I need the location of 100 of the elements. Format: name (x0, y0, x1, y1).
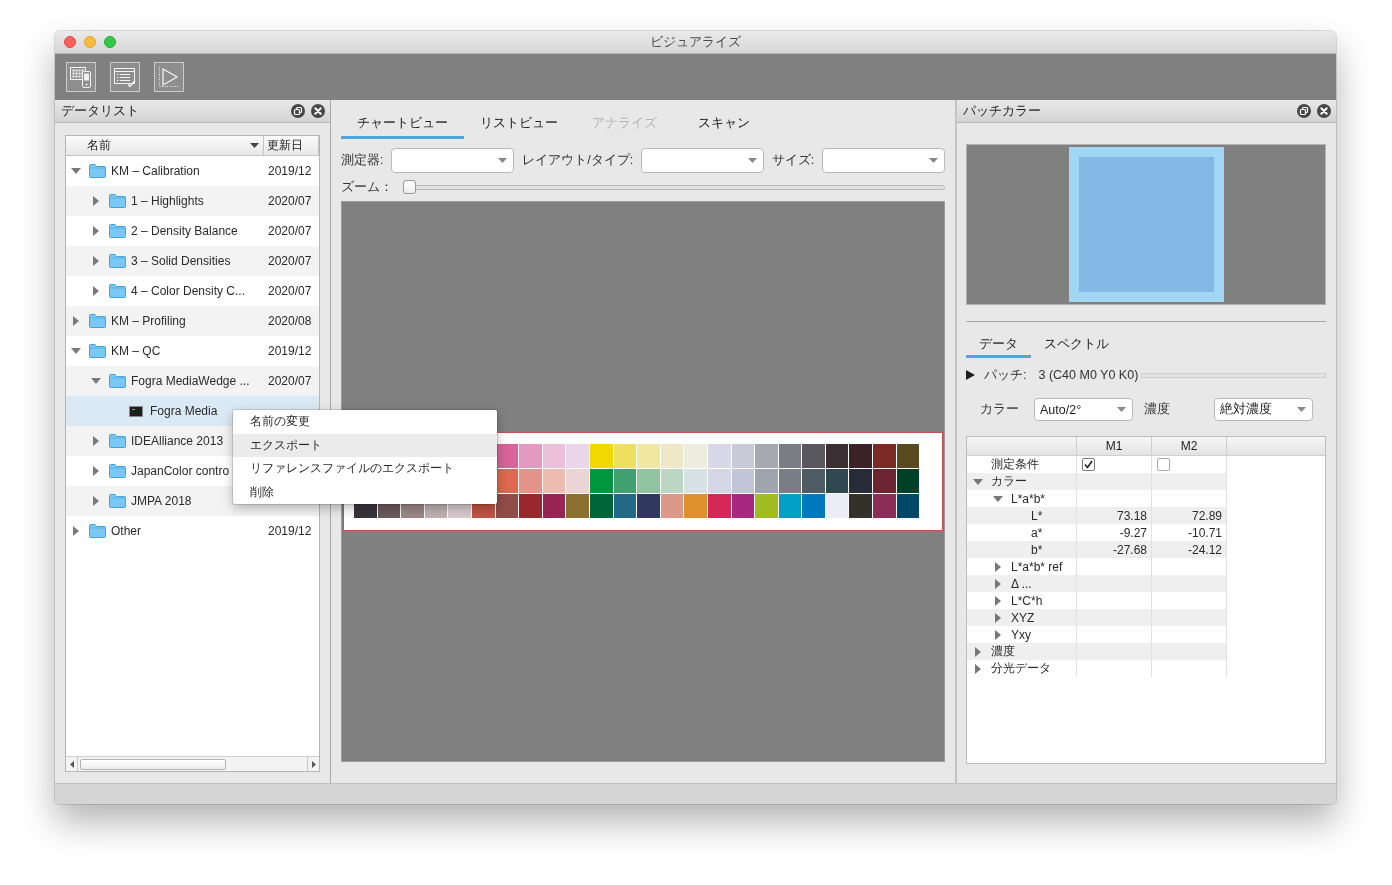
folder-icon (89, 164, 106, 178)
row-label: L* (1031, 508, 1043, 523)
date-text: 2019/12 (267, 524, 313, 538)
caret-down-icon (1117, 407, 1126, 412)
tab[interactable]: データ (966, 334, 1031, 358)
disclosure-triangle-icon[interactable] (995, 595, 1001, 606)
dropdown-field[interactable]: 絶対濃度 (1214, 398, 1313, 421)
zoom-slider[interactable] (403, 180, 945, 194)
disclosure-triangle-icon[interactable] (975, 646, 981, 657)
field-label: ズーム： (341, 178, 393, 196)
tree-row[interactable]: 1 – Highlights 2020/07 (66, 186, 319, 216)
tab[interactable]: チャートビュー (341, 110, 464, 139)
disclosure-triangle-icon[interactable] (993, 495, 1003, 502)
file-icon (129, 405, 143, 417)
panel-title: パッチカラー (963, 102, 1041, 120)
tab[interactable]: リストビュー (464, 110, 574, 139)
window-close-button[interactable] (64, 36, 76, 48)
disclosure-triangle-icon[interactable] (73, 316, 79, 326)
dropdown-field[interactable] (641, 148, 764, 173)
patch-label: パッチ: (984, 366, 1027, 384)
date-text: 2020/07 (267, 374, 313, 388)
menu-item[interactable]: エクスポート (233, 433, 497, 457)
toolbar-button[interactable] (66, 62, 96, 92)
field-label: 濃度 (1144, 401, 1171, 418)
tab[interactable]: スペクトル (1031, 334, 1122, 358)
column-header[interactable]: M2 (1152, 437, 1227, 455)
disclosure-triangle-icon[interactable] (995, 612, 1001, 623)
slider-thumb[interactable] (403, 180, 416, 194)
restore-icon[interactable] (291, 104, 305, 118)
column-header[interactable]: 名前 (66, 136, 264, 155)
folder-icon (89, 524, 106, 538)
column-header[interactable]: 更新日 (264, 136, 319, 155)
dropdown-field[interactable] (822, 148, 945, 173)
disclosure-triangle-icon[interactable] (93, 436, 99, 446)
disclosure-triangle-icon[interactable] (93, 286, 99, 296)
tree-row[interactable]: KM – Profiling 2020/08 (66, 306, 319, 336)
caret-down-icon (1297, 407, 1306, 412)
grid-device-icon (70, 66, 92, 88)
folder-icon (109, 284, 126, 298)
disclosure-triangle-icon[interactable] (93, 226, 99, 236)
table-row[interactable]: Δ ... (967, 575, 1227, 592)
item-name: Fogra MediaWedge ... (131, 374, 250, 388)
dropdown-field[interactable] (391, 148, 515, 173)
folder-icon (109, 494, 126, 508)
folder-icon (109, 434, 126, 448)
disclosure-triangle-icon[interactable] (93, 466, 99, 476)
toolbar-button[interactable] (154, 62, 184, 92)
window-zoom-button[interactable] (104, 36, 116, 48)
column-header[interactable]: M1 (1077, 437, 1152, 455)
row-label: XYZ (1011, 610, 1035, 625)
table-row[interactable]: XYZ (967, 609, 1227, 626)
disclosure-triangle-icon[interactable] (93, 256, 99, 266)
row-label: 濃度 (991, 643, 1015, 660)
date-text: 2019/12 (267, 344, 313, 358)
item-name: Other (111, 524, 141, 538)
arrow-left-icon (69, 760, 74, 768)
disclosure-triangle-icon[interactable] (73, 526, 79, 536)
folder-icon (109, 254, 126, 268)
caret-down-icon (747, 158, 757, 163)
disclosure-triangle-icon[interactable] (93, 196, 99, 206)
disclosure-triangle-icon[interactable] (995, 578, 1001, 589)
table-row[interactable]: 濃度 (967, 643, 1227, 660)
disclosure-triangle-icon[interactable] (93, 496, 99, 506)
table-row[interactable]: L* 73.18 72.89 (967, 507, 1227, 524)
row-label: Δ ... (1011, 576, 1032, 591)
field-label: カラー (980, 401, 1020, 418)
item-name: 3 – Solid Densities (131, 254, 231, 268)
restore-icon[interactable] (1297, 104, 1311, 118)
triangle-chart-icon (158, 66, 180, 88)
disclosure-triangle-icon[interactable] (975, 663, 981, 674)
scroll-right-button[interactable] (307, 757, 319, 771)
checkbox[interactable] (1157, 458, 1170, 471)
dropdown-field[interactable]: Auto/2° (1034, 398, 1133, 421)
close-icon[interactable] (311, 104, 325, 118)
disclosure-triangle-icon[interactable] (995, 561, 1001, 572)
toolbar-button[interactable] (110, 62, 140, 92)
row-label: 測定条件 (991, 456, 1039, 473)
date-text: 2020/07 (267, 254, 313, 268)
close-icon[interactable] (1317, 104, 1331, 118)
disclosure-triangle-icon[interactable] (71, 168, 81, 174)
date-text: 2019/12 (267, 164, 313, 178)
table-row[interactable]: b* -27.68 -24.12 (967, 541, 1227, 558)
tree-row[interactable]: Fogra MediaWedge ... 2020/07 (66, 366, 319, 396)
scroll-thumb[interactable] (80, 758, 226, 770)
disclosure-triangle-icon[interactable] (973, 478, 983, 485)
disclosure-triangle-icon[interactable] (995, 629, 1001, 640)
disclosure-triangle-icon[interactable] (71, 348, 81, 354)
checkbox[interactable] (1082, 458, 1095, 471)
folder-icon (109, 194, 126, 208)
panel-title: データリスト (61, 102, 139, 120)
disclosure-triangle-icon[interactable] (91, 378, 101, 384)
date-text: 2020/08 (267, 314, 313, 328)
table-row[interactable]: カラー (967, 473, 1227, 490)
tab[interactable]: スキャン (674, 110, 774, 139)
horizontal-scrollbar[interactable] (66, 756, 319, 771)
row-label: L*a*b* ref (1011, 559, 1063, 574)
caret-down-icon (929, 158, 938, 163)
triangle-icon[interactable] (966, 370, 975, 380)
row-label: a* (1031, 525, 1043, 540)
tree-row[interactable]: 3 – Solid Densities 2020/07 (66, 246, 319, 276)
